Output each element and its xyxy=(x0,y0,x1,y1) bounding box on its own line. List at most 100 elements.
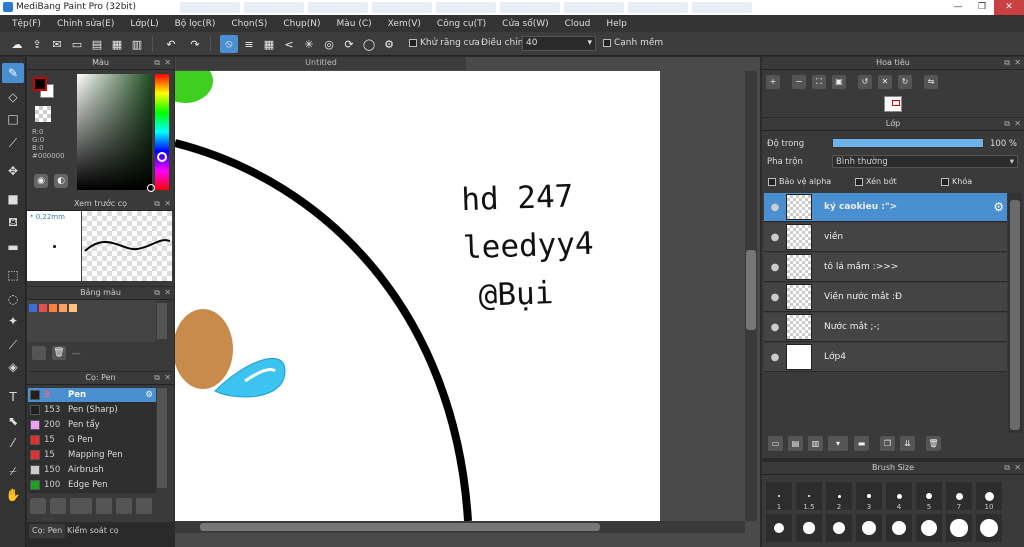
close-icon[interactable]: ✕ xyxy=(164,198,171,210)
menu-item-8[interactable]: Công cụ(T) xyxy=(429,19,494,29)
ellipse-snap-icon[interactable]: ◯ xyxy=(360,35,378,53)
eye-icon[interactable]: ● xyxy=(764,202,786,213)
layer-row[interactable]: ● Nước mắt ;-; xyxy=(764,313,1007,342)
document-tab[interactable]: Untitled xyxy=(176,57,466,70)
blur-tool-icon[interactable]: ⟋ xyxy=(2,133,24,153)
share-icon[interactable]: ⇪ xyxy=(28,35,46,53)
snap-settings-icon[interactable]: ⚙ xyxy=(380,35,398,53)
close-icon[interactable]: ✕ xyxy=(1014,118,1021,130)
merge-layer-icon[interactable]: ⇊ xyxy=(900,436,915,451)
eye-icon[interactable]: ● xyxy=(764,232,786,243)
eye-icon[interactable]: ● xyxy=(764,352,786,363)
parallel-snap-icon[interactable]: ≡ xyxy=(240,35,258,53)
brush-item[interactable]: 100 Edge Pen xyxy=(28,478,156,493)
menu-item-4[interactable]: Chọn(S) xyxy=(223,19,275,29)
new-file-icon[interactable]: ▭ xyxy=(68,35,86,53)
maximize-button[interactable]: ❐ xyxy=(970,0,994,15)
brush-size-cell[interactable] xyxy=(946,514,972,542)
lasso-tool-icon[interactable]: ◌ xyxy=(2,289,24,309)
palette-swatch[interactable] xyxy=(69,304,77,312)
brush-size-cell[interactable] xyxy=(886,514,912,542)
operation-tool-icon[interactable]: ⬉ xyxy=(2,411,24,431)
brush-item[interactable]: 15 Mapping Pen xyxy=(28,448,156,463)
curve-snap-icon[interactable]: ⟳ xyxy=(340,35,358,53)
layer-scroll-thumb[interactable] xyxy=(1010,200,1020,430)
canvas-vertical-scroll-thumb[interactable] xyxy=(746,250,756,330)
move-tool-icon[interactable]: ✥ xyxy=(2,161,24,181)
correction-select[interactable]: 40 ▾ xyxy=(522,36,596,51)
snap-off-icon[interactable]: ⦸ xyxy=(220,35,238,53)
minimize-button[interactable]: — xyxy=(946,0,970,15)
layer-row[interactable]: ● tô lá mầm :>>> xyxy=(764,253,1007,282)
popout-icon[interactable]: ⧉ xyxy=(154,287,160,299)
popout-icon[interactable]: ⧉ xyxy=(1004,462,1010,474)
menu-item-1[interactable]: Chỉnh sửa(E) xyxy=(49,19,122,29)
redo-icon[interactable]: ↷ xyxy=(186,35,204,53)
brush-settings-icon[interactable] xyxy=(96,498,112,514)
actual-size-icon[interactable]: ▣ xyxy=(832,75,846,89)
layer-folder-icon[interactable]: ▬ xyxy=(854,436,869,451)
layer-menu-icon[interactable]: ▾ xyxy=(828,436,848,451)
close-icon[interactable]: ✕ xyxy=(1014,462,1021,474)
hand-tool-icon[interactable]: ✋ xyxy=(2,485,24,505)
antialias-toggle[interactable]: Khử răng cưa xyxy=(409,38,480,48)
grid-doc-icon[interactable]: ▥ xyxy=(128,35,146,53)
menu-item-7[interactable]: Xem(V) xyxy=(380,19,429,29)
add-brush-icon[interactable] xyxy=(50,498,66,514)
duplicate-layer-icon[interactable]: ❐ xyxy=(880,436,895,451)
rotate-right-icon[interactable]: ↻ xyxy=(898,75,912,89)
divide-tool-icon[interactable]: ⁄ xyxy=(2,433,24,453)
delete-swatch-icon[interactable]: 🗑 xyxy=(52,346,66,360)
gear-icon[interactable]: ⚙ xyxy=(993,200,1004,214)
folder-icon[interactable] xyxy=(116,498,132,514)
layer-row[interactable]: ● Lớp4 xyxy=(764,343,1007,372)
gear-icon[interactable]: ⚙ xyxy=(145,390,153,400)
palette-swatch[interactable] xyxy=(39,304,47,312)
cloud-icon[interactable]: ☁ xyxy=(8,35,26,53)
zoom-out-icon[interactable]: − xyxy=(792,75,806,89)
vanish-snap-icon[interactable]: < xyxy=(280,35,298,53)
menu-item-11[interactable]: Help xyxy=(598,19,635,29)
eraser-tool-icon[interactable]: ◇ xyxy=(2,87,24,107)
layer-row[interactable]: ● Viền nước mắt :Đ xyxy=(764,283,1007,312)
close-icon[interactable]: ✕ xyxy=(164,57,171,69)
brush-size-cell[interactable] xyxy=(796,514,822,542)
brush-item[interactable]: 15 G Pen xyxy=(28,433,156,448)
duplicate-icon[interactable] xyxy=(136,498,152,514)
fit-icon[interactable]: ⛶ xyxy=(812,75,826,89)
crosshatch-snap-icon[interactable]: ▦ xyxy=(260,35,278,53)
new-8bit-layer-icon[interactable]: ▥ xyxy=(808,436,823,451)
brush-size-cell[interactable] xyxy=(766,514,792,542)
gradient-tool-icon[interactable]: ▬ xyxy=(2,237,24,257)
eye-icon[interactable]: ● xyxy=(764,292,786,303)
hue-slider[interactable] xyxy=(155,74,169,190)
palette-swatch[interactable] xyxy=(29,304,37,312)
menu-item-2[interactable]: Lớp(L) xyxy=(122,19,166,29)
hue-cursor[interactable] xyxy=(157,152,167,162)
dot-tool-icon[interactable]: □ xyxy=(2,109,24,129)
layer-row[interactable]: ● ký caokieu :"> ⚙ xyxy=(764,193,1007,222)
brush-item[interactable]: 3 Pen ⚙ xyxy=(28,388,156,403)
save-icon[interactable]: ▤ xyxy=(88,35,106,53)
delete-layer-icon[interactable]: 🗑 xyxy=(926,436,941,451)
new-halftone-layer-icon[interactable]: ▤ xyxy=(788,436,803,451)
tab-brush[interactable]: Cọ: Pen xyxy=(29,524,66,538)
brush-list-scrollbar[interactable] xyxy=(157,388,167,488)
soft-edge-toggle[interactable]: Cạnh mềm xyxy=(603,38,663,48)
radial-snap-icon[interactable]: ✳ xyxy=(300,35,318,53)
add-swatch-icon[interactable] xyxy=(32,346,46,360)
brush-tool-icon[interactable]: ✎ xyxy=(2,63,24,83)
brush-item[interactable]: 153 Pen (Sharp) xyxy=(28,403,156,418)
lock-toggle[interactable]: Khóa xyxy=(941,177,972,186)
close-button[interactable]: ✕ xyxy=(994,0,1024,15)
tab-brush-control[interactable]: Kiểm soát cọ xyxy=(64,524,122,538)
popout-icon[interactable]: ⧉ xyxy=(1004,118,1010,130)
clipping-toggle[interactable]: Xén bớt xyxy=(855,177,897,186)
magic-wand-icon[interactable]: ✦ xyxy=(2,311,24,331)
brush-size-cell[interactable] xyxy=(826,514,852,542)
brush-item[interactable]: 150 Airbrush xyxy=(28,463,156,478)
close-icon[interactable]: ✕ xyxy=(1014,57,1021,69)
palette-scrollbar[interactable] xyxy=(157,303,167,339)
circle-snap-icon[interactable]: ◎ xyxy=(320,35,338,53)
opacity-slider-track[interactable] xyxy=(832,138,984,148)
